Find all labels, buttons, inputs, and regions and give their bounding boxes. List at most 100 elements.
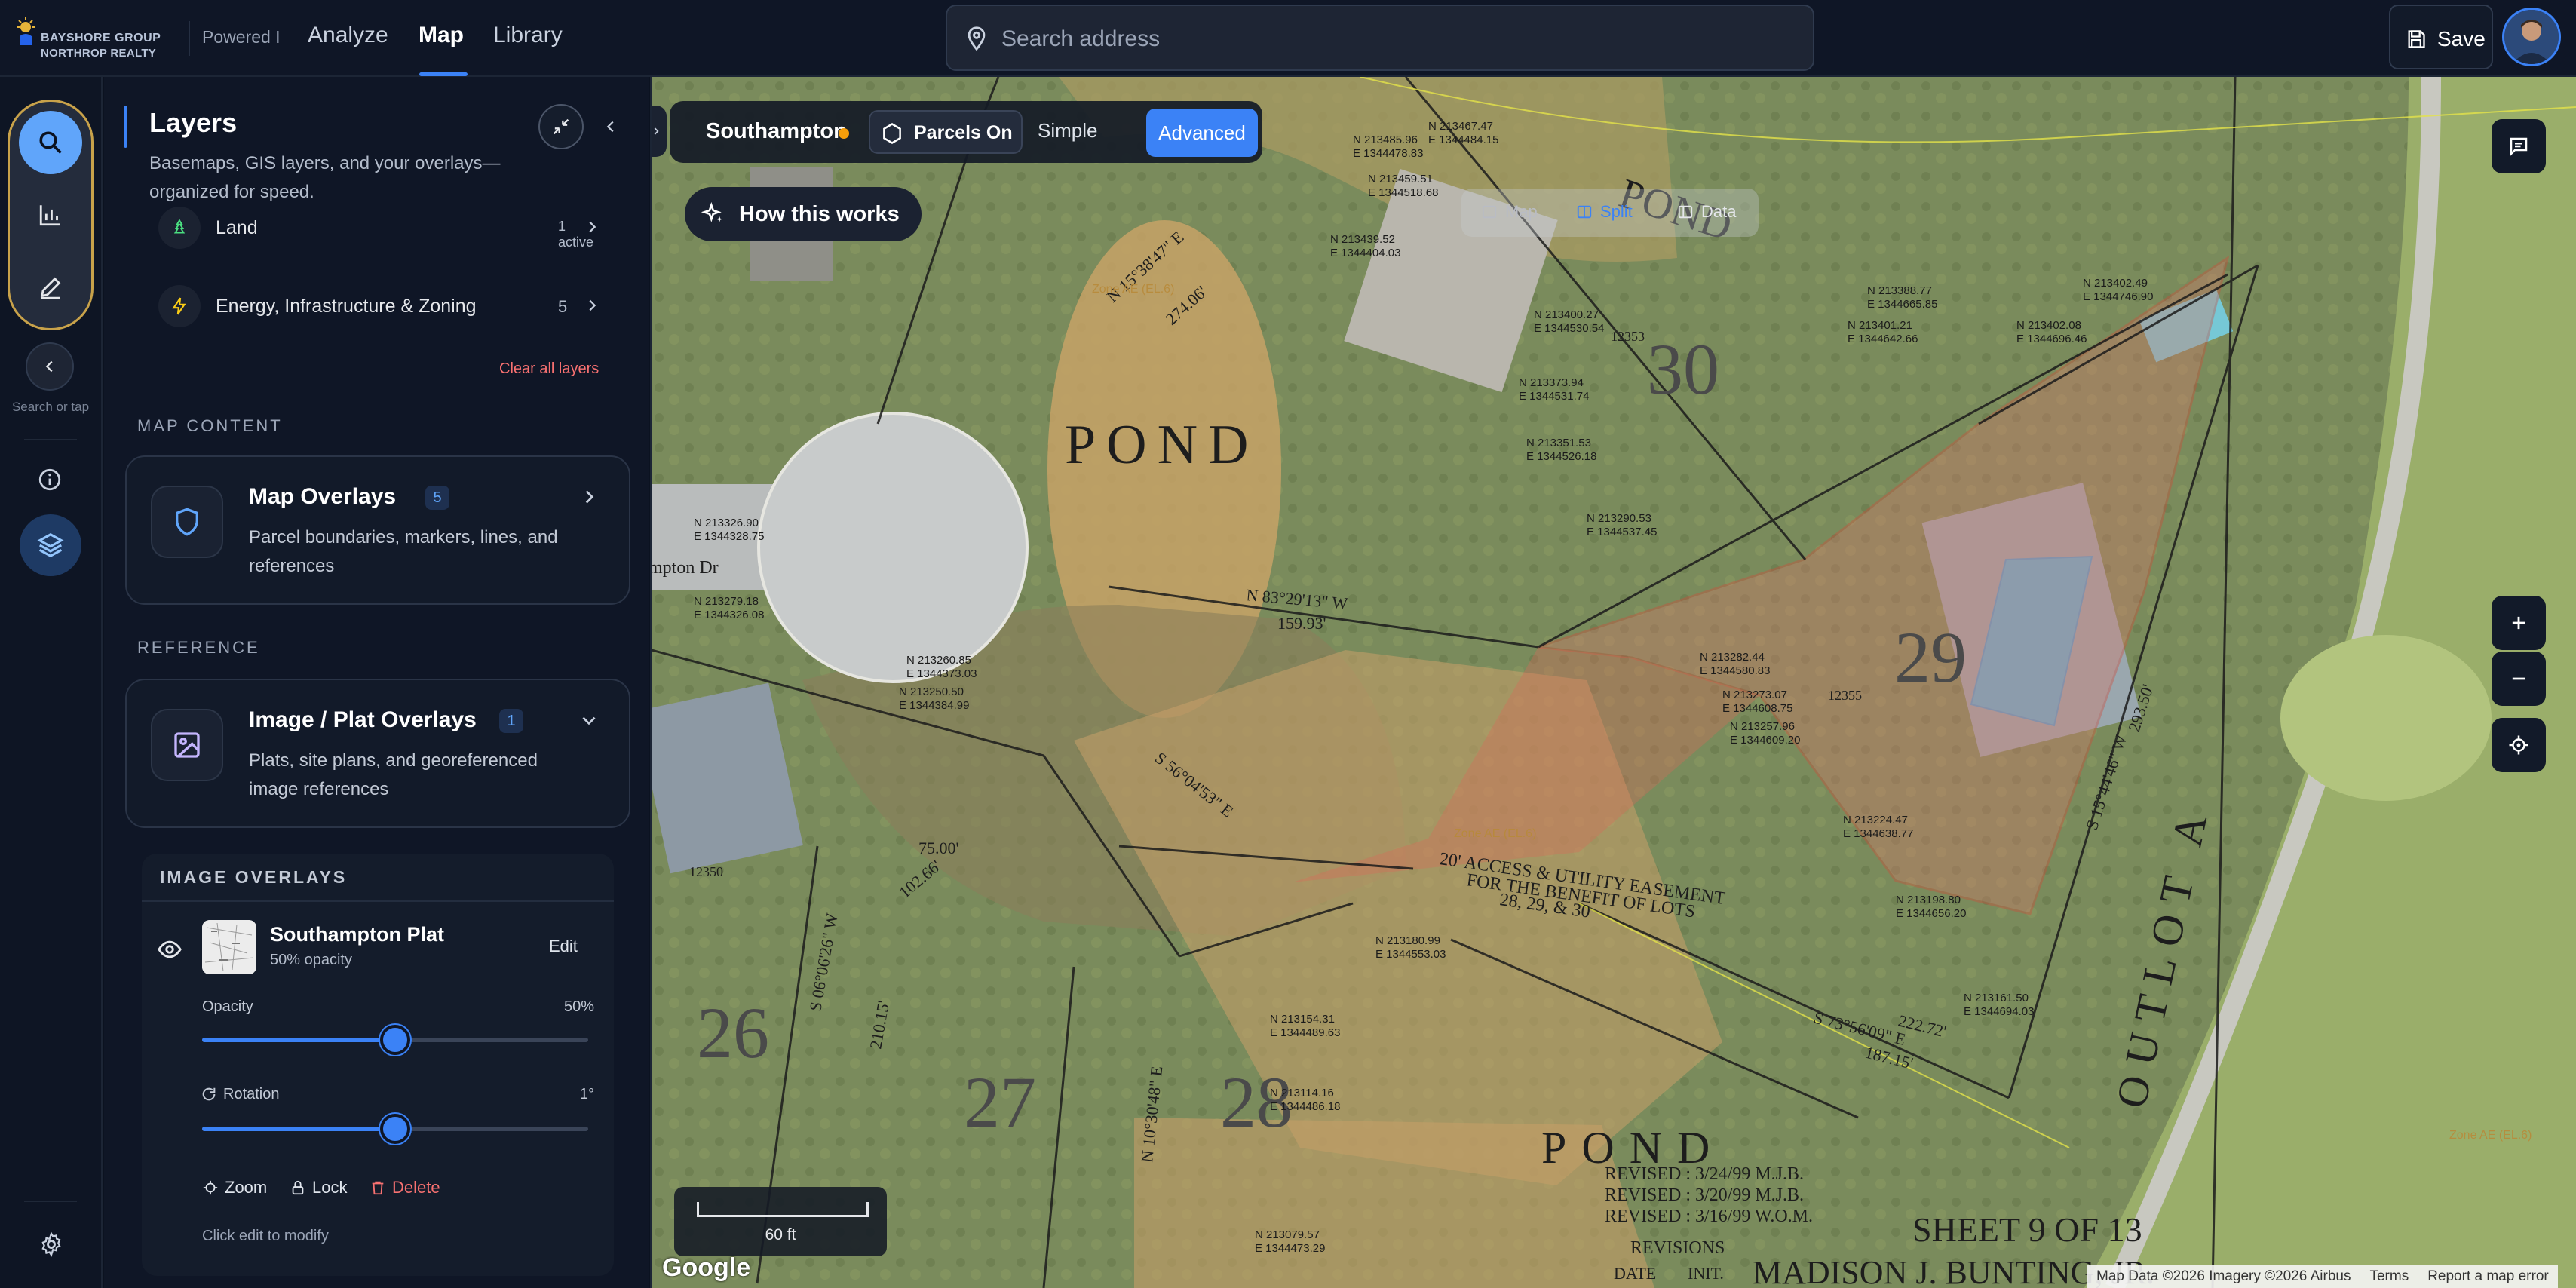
map-attribution: Map Data ©2026 Imagery ©2026 Airbus Term… [2087,1265,2558,1288]
tab-map[interactable]: Map [419,23,464,48]
map-control-bar: Southampton Parcels On Simple Advanced [670,101,1262,163]
left-rail: Search or tap [0,77,103,1288]
sparkle-icon [701,202,722,222]
image-overlays-header: IMAGE OVERLAYS [160,867,348,887]
how-this-works-button[interactable]: How this works [685,187,922,241]
comments-button[interactable] [2492,119,2546,173]
visibility-eye-icon[interactable] [157,937,182,962]
map-canvas[interactable]: POND POND POND OUTLOT A 20' ACCESS & UTI… [652,77,2576,1288]
info-button[interactable] [29,458,71,501]
image-plat-overlays-card[interactable]: Image / Plat Overlays 1 Plats, site plan… [125,679,630,828]
zoom-in-button[interactable] [2492,596,2546,650]
address-search[interactable] [946,5,1814,71]
brand-logo[interactable]: BAYSHORE GROUP NORTHROP REALTY [15,12,163,63]
mode-simple[interactable]: Simple [1038,119,1097,143]
plat-init: INIT. [1688,1264,1724,1283]
rotation-slider[interactable] [202,1114,588,1144]
crosshair-icon [2509,735,2528,755]
plat-coordinate-label: N 213402.08 [2016,319,2081,332]
expand-panel-tab[interactable] [652,106,667,157]
close-panel-button[interactable] [597,113,624,140]
rotate-icon [202,1087,216,1101]
attribution-text: Map Data ©2026 Imagery ©2026 Airbus [2087,1268,2361,1285]
edit-overlay-button[interactable]: Edit [549,937,578,956]
zoom-to-overlay-button[interactable]: Zoom [202,1178,267,1198]
rail-hint: Search or tap [11,400,90,414]
rail-analytics-button[interactable] [19,183,82,247]
layers-button[interactable] [20,514,81,576]
layer-group-energy[interactable]: Energy, Infrastructure & Zoning 5 [158,284,603,329]
plat-coordinate-label: E 1344473.29 [1255,1242,1325,1255]
save-label: Save [2437,27,2486,51]
top-bar: BAYSHORE GROUP NORTHROP REALTY Powered I… [0,0,2576,77]
plat-lot-29: 29 [1894,617,1967,698]
collapse-rail-button[interactable] [26,342,74,391]
rail-tool-group [8,100,94,330]
map-place-name: Southampton [706,119,847,143]
panel-subtitle: Basemaps, GIS layers, and your overlays—… [149,153,501,202]
view-data[interactable]: Data [1677,202,1736,222]
rail-divider-bottom [24,1201,77,1202]
view-mode-toggle: Map Split Data [1461,189,1759,237]
plat-coordinate-label: N 213273.07 [1722,688,1787,701]
plat-coordinate-label: E 1344484.15 [1428,133,1498,146]
rotation-slider-fill [202,1127,395,1131]
rotation-slider-handle[interactable] [380,1114,410,1144]
parcels-label: Parcels On [914,122,1013,143]
clear-all-layers-link[interactable]: Clear all layers [499,360,599,378]
opacity-slider-handle[interactable] [380,1025,410,1055]
location-pin-icon [968,26,986,51]
layer-group-count: 5 [558,297,568,316]
terms-link[interactable]: Terms [2360,1268,2419,1285]
card-badge: 5 [425,486,449,510]
plat-coordinate-label: E 1344656.20 [1896,907,1966,920]
hexagon-icon [883,123,901,144]
plat-thumbnail [202,920,256,974]
zoom-out-button[interactable] [2492,652,2546,706]
rail-draw-button[interactable] [19,256,82,319]
image-overlays-section: IMAGE OVERLAYS Southampton Plat 50% opac… [142,854,614,1276]
pencil-icon [40,277,61,299]
sun-logo-icon [17,17,35,45]
rail-search-button[interactable] [19,111,82,174]
tab-library[interactable]: Library [493,23,563,48]
edit-hint: Click edit to modify [202,1228,329,1244]
user-avatar[interactable] [2502,8,2561,66]
map-view-icon [1482,205,1497,219]
active-tab-underline [419,72,468,76]
bar-chart-icon [39,205,60,226]
delete-label: Delete [392,1178,440,1197]
opacity-slider[interactable] [202,1025,588,1055]
minimize-panel-button[interactable] [538,104,584,149]
plat-coordinate-label: N 213282.44 [1700,651,1765,664]
plat-coordinate-label: E 1344696.46 [2016,333,2087,345]
mode-advanced[interactable]: Advanced [1146,109,1258,157]
map-overlays-card[interactable]: Map Overlays 5 Parcel boundaries, marker… [125,455,630,605]
scale-label: 60 ft [765,1226,796,1244]
save-button[interactable]: Save [2389,5,2493,69]
message-icon [2510,137,2528,157]
plat-coordinate-label: E 1344404.03 [1330,247,1400,259]
info-icon [38,468,61,491]
plat-coordinate-label: N 213388.77 [1867,284,1932,297]
report-error-link[interactable]: Report a map error [2418,1268,2558,1285]
layer-group-label: Energy, Infrastructure & Zoning [216,296,477,317]
plat-coordinate-label: N 213373.94 [1519,376,1584,389]
plat-distance-1: 159.93' [1277,614,1326,633]
plat-coordinate-label: N 213467.47 [1428,120,1493,133]
parcels-toggle[interactable]: Parcels On [869,110,1023,154]
plat-coordinate-label: E 1344638.77 [1843,827,1913,840]
view-split[interactable]: Split [1576,202,1633,222]
how-label: How this works [739,202,900,226]
delete-overlay-button[interactable]: Delete [370,1178,440,1198]
lock-overlay-button[interactable]: Lock [290,1178,347,1198]
locate-me-button[interactable] [2492,718,2546,772]
tab-analyze[interactable]: Analyze [308,23,388,48]
layer-group-land[interactable]: Land 1 active [158,205,603,250]
search-input[interactable] [1001,20,1786,59]
view-map[interactable]: Map [1481,202,1538,222]
settings-button[interactable] [30,1223,72,1265]
plat-address-12353: 12353 [1611,329,1645,344]
plat-coordinate-label: N 213198.80 [1896,894,1961,906]
status-dot [839,128,849,139]
